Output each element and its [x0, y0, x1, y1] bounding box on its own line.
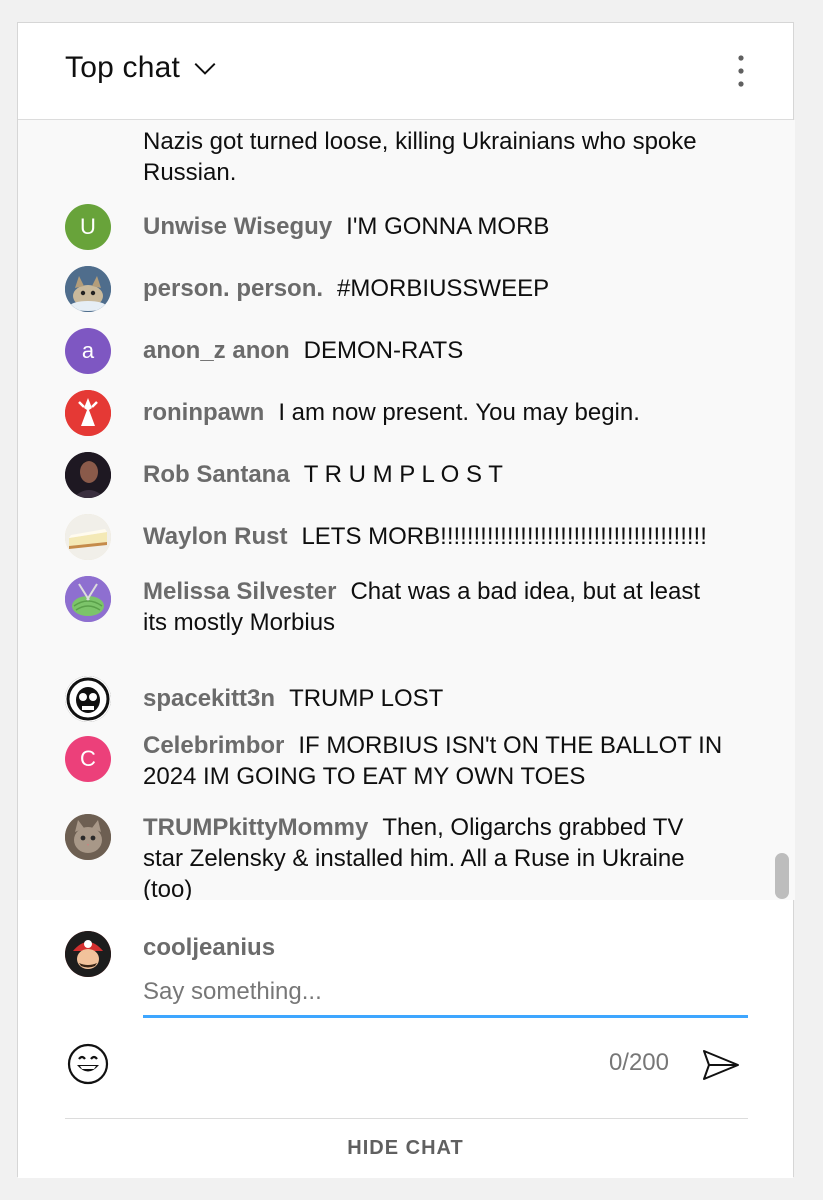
cat-avatar-icon: [65, 266, 111, 312]
chat-message-list[interactable]: Nazis got turned loose, killing Ukrainia…: [18, 120, 795, 900]
ronin-avatar-icon: [65, 390, 111, 436]
yarn-avatar-icon: [65, 576, 111, 622]
chat-mode-title: Top chat: [65, 51, 181, 84]
avatar[interactable]: [65, 576, 111, 622]
mario-avatar-icon: [65, 931, 111, 977]
message-text: I am now present. You may begin.: [278, 399, 640, 426]
send-icon[interactable]: [701, 1045, 741, 1085]
author-name[interactable]: Waylon Rust: [143, 523, 287, 550]
chat-composer: cooljeanius 0/200 HIDE CHAT: [18, 901, 793, 1178]
author-name[interactable]: spacekitt3n: [143, 685, 275, 712]
character-counter: 0/200: [608, 1049, 669, 1076]
kitten-avatar-icon: [65, 814, 111, 860]
chat-mode-dropdown[interactable]: Top chat: [65, 51, 218, 85]
avatar[interactable]: [65, 676, 111, 722]
avatar[interactable]: [65, 514, 111, 560]
current-user-avatar[interactable]: [65, 931, 111, 977]
portrait-avatar-icon: [65, 452, 111, 498]
current-username: cooljeanius: [143, 934, 276, 961]
chevron-down-icon: [194, 62, 216, 75]
message-text: T R U M P L O S T: [303, 461, 503, 488]
message-text: LETS MORB!!!!!!!!!!!!!!!!!!!!!!!!!!!!!!!…: [301, 523, 707, 550]
message-input-wrapper: [143, 973, 748, 1018]
avatar[interactable]: [65, 390, 111, 436]
author-name[interactable]: Rob Santana: [143, 461, 290, 488]
message-text: I'M GONNA MORB: [346, 213, 550, 240]
author-name[interactable]: person. person.: [143, 275, 323, 302]
message-text: #MORBIUSSWEEP: [337, 275, 550, 302]
avatar[interactable]: C: [65, 736, 111, 782]
message-input[interactable]: [143, 973, 748, 1011]
message-text: DEMON-RATS: [303, 337, 464, 364]
hide-chat-button[interactable]: HIDE CHAT: [18, 1119, 793, 1178]
smiley-icon[interactable]: [66, 1042, 110, 1086]
avatar[interactable]: a: [65, 328, 111, 374]
author-name[interactable]: Unwise Wiseguy: [143, 213, 332, 240]
author-name[interactable]: Melissa Silvester: [143, 578, 336, 605]
pie-avatar-icon: [65, 514, 111, 560]
message-text: TRUMP LOST: [289, 685, 444, 712]
author-name[interactable]: anon_z anon: [143, 337, 290, 364]
chat-scrollbar-thumb[interactable]: [775, 853, 789, 899]
author-name[interactable]: TRUMPkittyMommy: [143, 814, 368, 841]
author-name[interactable]: Celebrimbor: [143, 732, 284, 759]
avatar[interactable]: [65, 814, 111, 860]
avatar[interactable]: [65, 452, 111, 498]
live-chat-panel: Top chat Nazis got turned loose, killing…: [17, 22, 795, 1178]
avatar[interactable]: U: [65, 204, 111, 250]
message-text: Nazis got turned loose, killing Ukrainia…: [143, 128, 697, 186]
more-vert-icon[interactable]: [735, 53, 747, 89]
chat-header: Top chat: [18, 23, 793, 120]
avatar[interactable]: [65, 266, 111, 312]
author-name[interactable]: roninpawn: [143, 399, 264, 426]
skull-avatar-icon: [65, 676, 111, 722]
